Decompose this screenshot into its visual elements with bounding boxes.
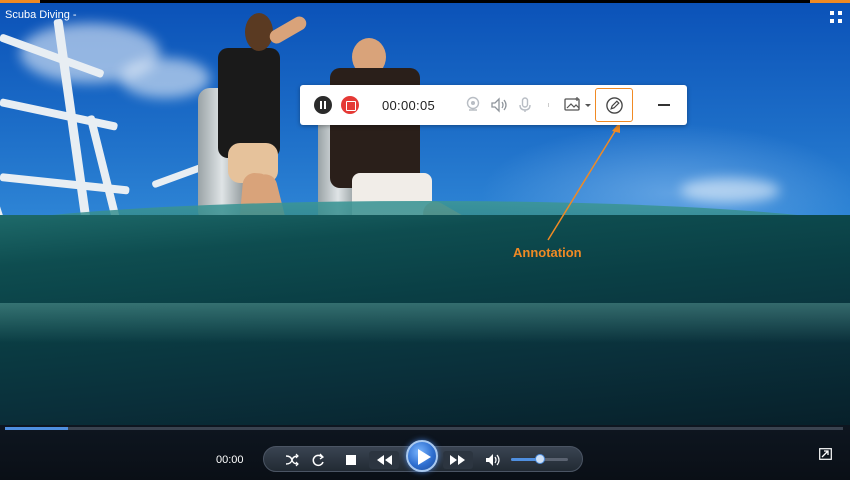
- water-foam: [0, 303, 850, 343]
- screenshot-icon[interactable]: [563, 95, 593, 115]
- video-frame[interactable]: [0, 3, 850, 425]
- player-controls-bar: 00:00: [0, 425, 850, 480]
- volume-icon[interactable]: [486, 454, 500, 466]
- seek-bar-progress: [5, 427, 68, 430]
- stop-recording-button[interactable]: [341, 96, 359, 114]
- title-bar: Scuba Diving -: [0, 3, 850, 27]
- cloud: [120, 58, 210, 98]
- play-button[interactable]: [406, 440, 438, 472]
- screen-recorder-toolbar: 00:00:05: [300, 85, 687, 125]
- shuffle-icon[interactable]: [285, 453, 299, 467]
- annotation-callout-label: Annotation: [513, 245, 582, 260]
- window-title: Scuba Diving -: [5, 9, 77, 21]
- play-icon: [418, 449, 431, 465]
- stop-icon[interactable]: [346, 455, 356, 465]
- volume-slider[interactable]: [511, 454, 568, 464]
- boat-rail: [0, 98, 119, 131]
- switch-to-compact-icon[interactable]: [819, 447, 832, 460]
- pause-recording-button[interactable]: [314, 96, 332, 114]
- recording-timer: 00:00:05: [382, 98, 436, 113]
- rewind-icon[interactable]: [369, 451, 399, 469]
- cloud: [680, 178, 780, 203]
- webcam-icon[interactable]: [463, 95, 483, 115]
- annotation-icon: [606, 97, 623, 114]
- media-player-window: Scuba Diving - 00:00:05 Annotation 00:00: [0, 0, 850, 480]
- annotation-button[interactable]: [595, 88, 633, 122]
- speaker-icon[interactable]: [489, 95, 509, 115]
- fullscreen-icon[interactable]: [830, 11, 842, 23]
- minimize-toolbar-button[interactable]: [658, 104, 670, 106]
- toolbar-divider: [548, 103, 549, 107]
- seek-bar[interactable]: [5, 427, 843, 430]
- fast-forward-icon[interactable]: [443, 451, 473, 469]
- volume-slider-thumb[interactable]: [534, 454, 545, 464]
- microphone-icon[interactable]: [515, 95, 535, 115]
- current-time: 00:00: [216, 454, 244, 466]
- repeat-icon[interactable]: [311, 453, 325, 467]
